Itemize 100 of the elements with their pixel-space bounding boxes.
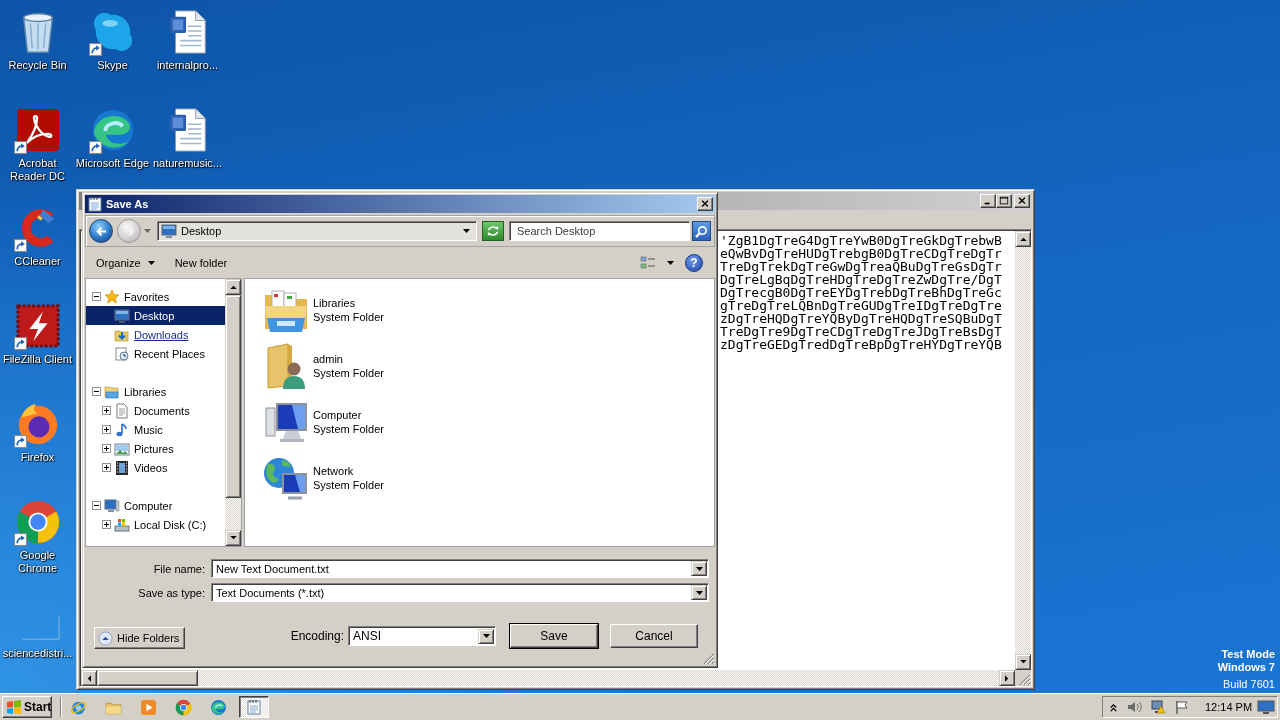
- item-name[interactable]: Libraries: [313, 296, 384, 310]
- scroll-down-button[interactable]: [1015, 654, 1031, 670]
- icon-label[interactable]: Skype: [75, 59, 150, 72]
- expander-icon[interactable]: [102, 463, 111, 472]
- close-icon: [699, 199, 711, 209]
- speaker-icon[interactable]: [1126, 699, 1142, 715]
- browser-ring-icon[interactable]: [14, 499, 61, 545]
- scroll-up-button[interactable]: [1015, 231, 1031, 247]
- item-name[interactable]: Computer: [313, 408, 384, 422]
- forward-arrow-icon: [122, 224, 136, 238]
- disk-drive-icon: [114, 516, 130, 533]
- search-button[interactable]: [692, 221, 711, 241]
- item-type: System Folder: [313, 478, 384, 492]
- tree-item[interactable]: Videos: [86, 458, 225, 477]
- caret-icon: [482, 634, 490, 638]
- scrollbar-thumb[interactable]: [97, 670, 198, 686]
- tree-item[interactable]: Libraries: [86, 382, 225, 401]
- music-note-icon: [114, 421, 130, 438]
- refresh-button[interactable]: [482, 221, 504, 241]
- os-version-text: Windows 7: [1217, 661, 1275, 674]
- down-arrow-icon: [229, 536, 237, 540]
- tree-item[interactable]: Favorites: [86, 287, 225, 306]
- icon-label[interactable]: Recycle Bin: [0, 59, 75, 72]
- test-mode-text: Test Mode: [1221, 648, 1275, 661]
- scroll-left-button[interactable]: [81, 670, 97, 686]
- tree-item[interactable]: Desktop: [86, 306, 225, 325]
- address-bar[interactable]: Desktop: [157, 221, 477, 241]
- search-field[interactable]: Search Desktop: [509, 221, 690, 241]
- taskbar-window-button[interactable]: [239, 696, 269, 718]
- pdf-app-icon[interactable]: [14, 107, 61, 153]
- network-warning-icon[interactable]: [1150, 699, 1166, 715]
- item-type: System Folder: [313, 422, 384, 436]
- expander-icon[interactable]: [102, 406, 111, 415]
- browser-swirl-icon[interactable]: [210, 698, 227, 716]
- icon-label[interactable]: FileZilla Client: [0, 353, 75, 366]
- close-button[interactable]: [697, 197, 713, 211]
- text-line: eQwBvDgTreHUDgTrebgB0DgTreCDgTreDgTr: [720, 247, 1002, 260]
- tree-item[interactable]: Downloads: [86, 325, 225, 344]
- organize-button[interactable]: Organize: [90, 251, 161, 274]
- item-name[interactable]: admin: [313, 352, 384, 366]
- scroll-down-button[interactable]: [225, 530, 241, 546]
- right-arrow-icon: [1005, 674, 1009, 682]
- icon-label[interactable]: Firefox: [0, 451, 75, 464]
- expander-icon[interactable]: [102, 444, 111, 453]
- down-arrow-icon: [1019, 660, 1027, 664]
- icon-label[interactable]: internalpro...: [150, 59, 225, 72]
- icon-label[interactable]: CCleaner: [0, 255, 75, 268]
- maximize-icon: [998, 196, 1010, 206]
- item-name[interactable]: Network: [313, 464, 384, 478]
- encoding-dropdown[interactable]: ANSI: [348, 626, 496, 646]
- resize-grip-icon[interactable]: [703, 653, 715, 665]
- expander-icon[interactable]: [92, 292, 101, 301]
- back-button[interactable]: [89, 219, 113, 243]
- text-line: 'ZgB1DgTreG4DgTreYwB0DgTreGkDgTrebwB: [720, 234, 1002, 247]
- search-icon: [695, 224, 708, 238]
- show-desktop-icon[interactable]: [1257, 699, 1275, 715]
- refresh-arrows-icon: [486, 225, 500, 237]
- icon-label[interactable]: Google Chrome: [0, 549, 75, 575]
- expander-icon[interactable]: [92, 501, 101, 510]
- dropdown-button[interactable]: [478, 628, 494, 644]
- document-icon: [114, 402, 130, 419]
- up-arrow-icon: [1019, 237, 1027, 241]
- start-button[interactable]: Start: [2, 696, 52, 718]
- hide-folders-button[interactable]: Hide Folders: [94, 627, 186, 649]
- monitor-icon: [114, 307, 130, 324]
- browser-ring-icon[interactable]: [175, 698, 192, 716]
- icon-label[interactable]: Acrobat Reader DC: [0, 157, 75, 183]
- dropdown-button[interactable]: [691, 585, 707, 600]
- expander-icon[interactable]: [102, 425, 111, 434]
- text-line: TreDgTrekDgTreGwDgTreaQBuDgTreGsDgTr: [720, 260, 1002, 273]
- caret-icon: [143, 229, 151, 233]
- lightning-tile-icon[interactable]: [14, 303, 61, 349]
- cancel-button[interactable]: Cancel: [610, 624, 698, 648]
- tree-item[interactable]: Recent Places: [86, 344, 225, 363]
- scroll-up-button[interactable]: [225, 279, 241, 295]
- icon-label[interactable]: naturemusic...: [150, 157, 225, 170]
- scroll-right-button[interactable]: [999, 670, 1015, 686]
- help-button[interactable]: ?: [685, 253, 703, 272]
- tree-item[interactable]: Local Disk (C:): [86, 515, 225, 534]
- text-line: DgTrecgB0DgTreEYDgTrebDgTreBhDgTreGc: [720, 286, 1002, 299]
- dropdown-button[interactable]: [691, 561, 707, 576]
- file-name-field[interactable]: New Text Document.txt: [211, 559, 709, 578]
- tree-item[interactable]: Pictures: [86, 439, 225, 458]
- clock[interactable]: 12:14 PM: [1205, 701, 1253, 713]
- tree-item[interactable]: Computer: [86, 496, 225, 515]
- view-list-icon: [640, 254, 656, 271]
- tree-item[interactable]: Documents: [86, 401, 225, 420]
- file-type-dropdown[interactable]: Text Documents (*.txt): [211, 583, 709, 602]
- flag-icon[interactable]: [1174, 699, 1190, 715]
- tree-item[interactable]: Music: [86, 420, 225, 439]
- new-folder-button[interactable]: New folder: [168, 251, 234, 274]
- windows-flag-icon: [6, 699, 22, 715]
- up-arrow-circle-icon: [98, 630, 113, 646]
- expander-icon[interactable]: [92, 387, 101, 396]
- monitor-icon: [161, 223, 177, 239]
- save-button[interactable]: Save: [510, 624, 598, 648]
- up-arrow-icon: [229, 285, 237, 289]
- item-type: System Folder: [313, 310, 384, 324]
- icon-label[interactable]: Microsoft Edge: [75, 157, 150, 170]
- expander-icon[interactable]: [102, 520, 111, 529]
